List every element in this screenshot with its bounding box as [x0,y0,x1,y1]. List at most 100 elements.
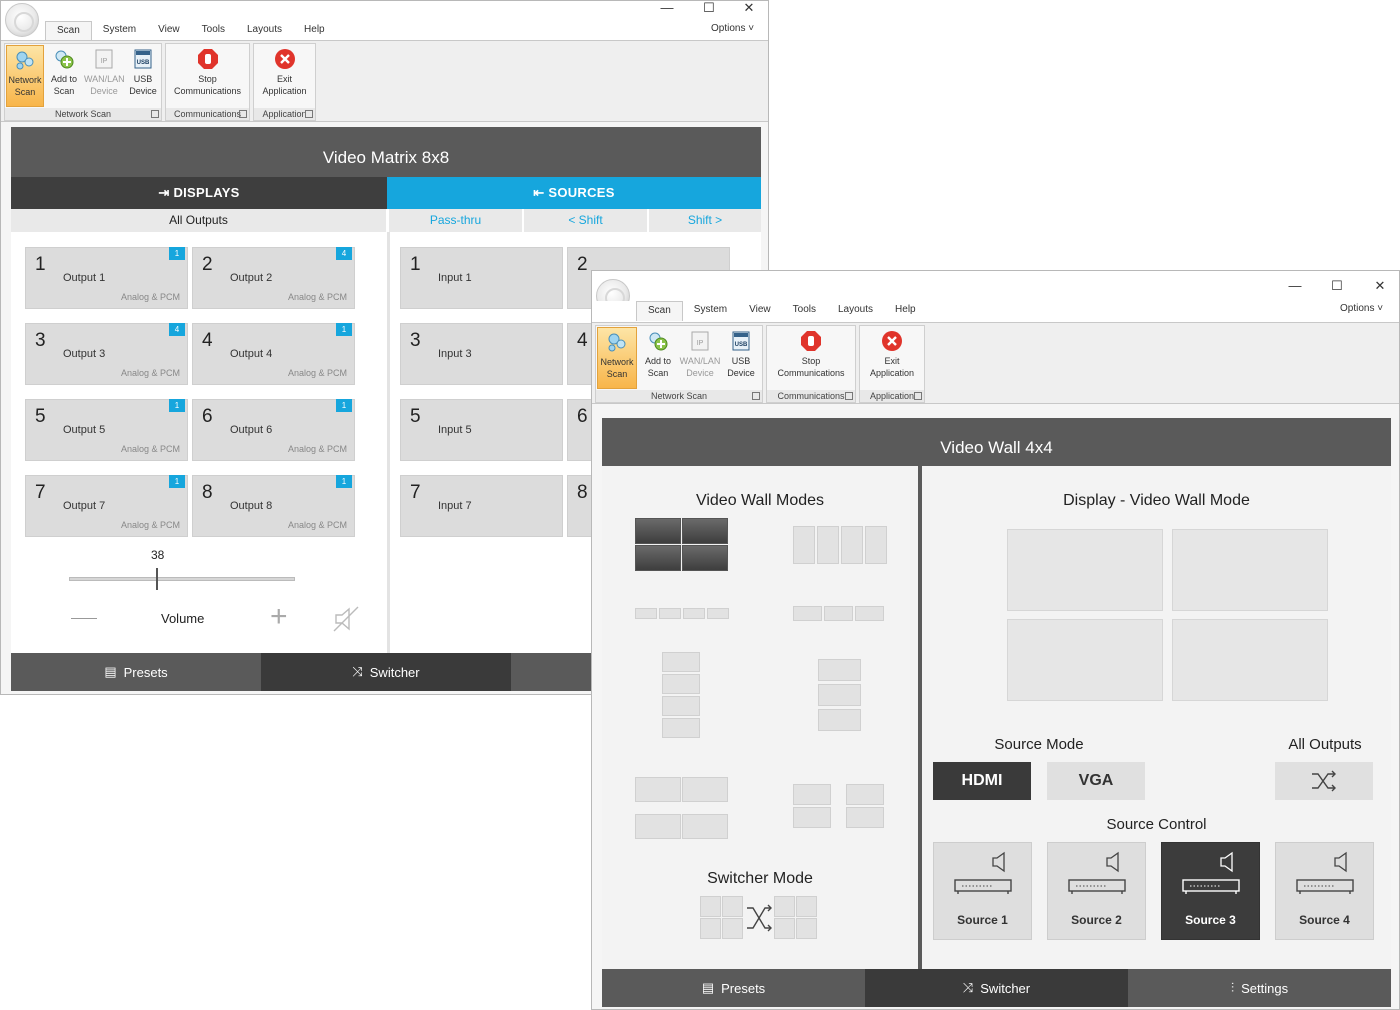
mode-2x2-wide-cell[interactable] [682,777,728,802]
all-outputs-shuffle-button[interactable] [1275,762,1373,800]
mode-2x2-cell[interactable] [682,518,728,544]
exit-application-button[interactable]: Exit Application [862,327,922,389]
speaker-icon[interactable] [1333,851,1351,873]
speaker-icon[interactable] [991,851,1009,873]
dialog-launcher-icon[interactable] [914,392,922,400]
presets-button[interactable]: ▤ Presets [602,969,865,1007]
exit-application-button[interactable]: Exit Application [256,45,313,107]
mode-3x1-cell[interactable] [855,606,884,621]
tab-scan[interactable]: Scan [636,301,683,321]
dialog-launcher-icon[interactable] [239,110,247,118]
output-tile[interactable]: 7 Output 7 Analog & PCM 1 [25,475,188,537]
source-control-tile[interactable]: Source 4 [1275,842,1374,940]
network-scan-button[interactable]: Network Scan [597,327,637,389]
mode-vertical-3-cell[interactable] [818,684,861,706]
displays-header[interactable]: ⇥ DISPLAYS [11,177,387,209]
mode-4x1-cell[interactable] [707,608,729,619]
stop-communications-button[interactable]: Stop Communications [168,45,247,107]
dialog-launcher-icon[interactable] [752,392,760,400]
volume-up-icon[interactable]: + [270,602,288,632]
mode-4x1-cell[interactable] [683,608,705,619]
dialog-launcher-icon[interactable] [151,110,159,118]
shift-left-button[interactable]: < Shift [524,209,647,232]
display-cell-3[interactable] [1007,619,1163,701]
mode-1x4-cell[interactable] [841,526,863,564]
close-button[interactable]: ✕ [739,1,759,15]
tab-help[interactable]: Help [884,301,927,321]
output-tile[interactable]: 8 Output 8 Analog & PCM 1 [192,475,355,537]
speaker-icon[interactable] [1105,851,1123,873]
usb-device-button[interactable]: USB USB Device [125,45,161,107]
output-tile[interactable]: 2 Output 2 Analog & PCM 4 [192,247,355,309]
mode-1x4-cell[interactable] [817,526,839,564]
input-tile[interactable]: 3 Input 3 [400,323,563,385]
source-control-tile[interactable]: Source 1 [933,842,1032,940]
mute-icon[interactable] [332,605,360,633]
app-orb-button[interactable] [5,3,39,37]
mode-2x2-cell[interactable] [682,545,728,571]
source-control-tile[interactable]: Source 3 [1161,842,1260,940]
tab-system[interactable]: System [92,21,147,41]
volume-down-icon[interactable] [71,618,97,619]
add-to-scan-button[interactable]: Add to Scan [638,327,678,389]
tab-scan[interactable]: Scan [45,21,92,41]
switcher-button[interactable]: ⤨ Switcher [261,653,511,691]
mode-1x4-cell[interactable] [793,526,815,564]
dialog-launcher-icon[interactable] [305,110,313,118]
mode-vertical-4-cell[interactable] [662,696,700,716]
mode-2x2-wide-cell[interactable] [635,777,681,802]
tab-layouts[interactable]: Layouts [827,301,884,321]
mode-vertical-4-cell[interactable] [662,652,700,672]
shift-right-button[interactable]: Shift > [649,209,761,232]
switcher-mode-button[interactable] [700,896,820,940]
display-cell-4[interactable] [1172,619,1328,701]
output-tile[interactable]: 5 Output 5 Analog & PCM 1 [25,399,188,461]
mode-2x2-wide-cell[interactable] [635,814,681,839]
settings-button[interactable]: ⫶ Settings [1128,969,1391,1007]
tab-tools[interactable]: Tools [191,21,236,41]
maximize-button[interactable]: ☐ [699,1,719,15]
wan-lan-device-button[interactable]: IP WAN/LAN Device [84,45,125,107]
dialog-launcher-icon[interactable] [845,392,853,400]
mode-3x1-cell[interactable] [793,606,822,621]
input-tile[interactable]: 1 Input 1 [400,247,563,309]
switcher-button[interactable]: ⤨ Switcher [865,969,1128,1007]
display-cell-1[interactable] [1007,529,1163,611]
vga-button[interactable]: VGA [1047,762,1145,800]
mode-4x1-cell[interactable] [659,608,681,619]
mode-3x1-cell[interactable] [824,606,853,621]
tab-system[interactable]: System [683,301,738,321]
tab-tools[interactable]: Tools [782,301,827,321]
display-cell-2[interactable] [1172,529,1328,611]
output-tile[interactable]: 6 Output 6 Analog & PCM 1 [192,399,355,461]
hdmi-button[interactable]: HDMI [933,762,1031,800]
output-tile[interactable]: 4 Output 4 Analog & PCM 1 [192,323,355,385]
minimize-button[interactable]: — [1285,279,1305,293]
mode-split-cell[interactable] [846,784,884,805]
mode-vertical-4-cell[interactable] [662,718,700,738]
options-menu[interactable]: Options ˅ [1340,303,1383,314]
add-to-scan-button[interactable]: Add to Scan [45,45,83,107]
tab-view[interactable]: View [738,301,782,321]
output-tile[interactable]: 1 Output 1 Analog & PCM 1 [25,247,188,309]
mode-vertical-4-cell[interactable] [662,674,700,694]
mode-1x4-cell[interactable] [865,526,887,564]
output-tile[interactable]: 3 Output 3 Analog & PCM 4 [25,323,188,385]
input-tile[interactable]: 7 Input 7 [400,475,563,537]
mode-2x2-wide-cell[interactable] [682,814,728,839]
tab-help[interactable]: Help [293,21,336,41]
speaker-icon[interactable] [1219,851,1237,873]
all-outputs-button[interactable]: All Outputs [11,209,386,232]
tab-layouts[interactable]: Layouts [236,21,293,41]
close-button[interactable]: ✕ [1370,279,1390,293]
volume-slider-thumb[interactable] [156,568,158,590]
pass-thru-button[interactable]: Pass-thru [389,209,522,232]
usb-device-button[interactable]: USB USB Device [722,327,760,389]
tab-view[interactable]: View [147,21,191,41]
mode-2x2-cell[interactable] [635,518,681,544]
minimize-button[interactable]: — [657,1,677,15]
mode-split-cell[interactable] [793,807,831,828]
wan-lan-device-button[interactable]: IP WAN/LAN Device [679,327,721,389]
volume-slider-track[interactable] [69,568,295,590]
mode-vertical-3-cell[interactable] [818,659,861,681]
